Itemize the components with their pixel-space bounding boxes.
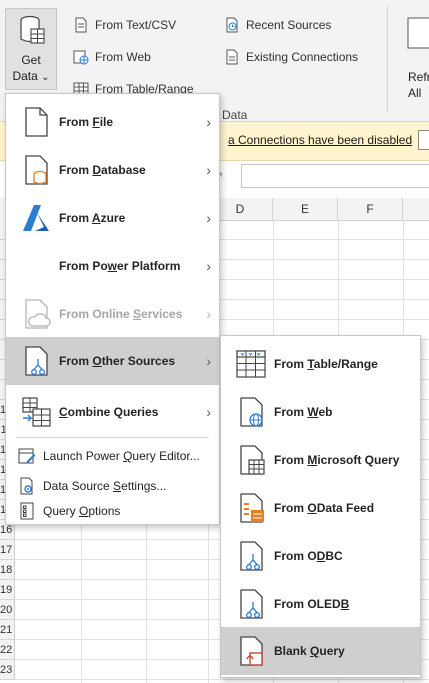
menu-item-from-azure[interactable]: From Azure › [6, 194, 219, 242]
menu-item-from-database[interactable]: From Database › [6, 146, 219, 194]
chevron-right-icon: › [206, 306, 211, 322]
menu-item-label: Query Options [43, 504, 121, 518]
database-table-icon [20, 15, 45, 44]
text-csv-icon [75, 17, 87, 33]
microsoft-query-icon [240, 445, 265, 475]
chevron-right-icon: › [206, 404, 211, 420]
ribbon-group-label: Data [222, 108, 248, 122]
submenu-item-blank-query[interactable]: Blank Query [221, 627, 420, 675]
web-icon [240, 397, 263, 427]
menu-item-label: From OLEDB [274, 597, 350, 611]
chevron-down-icon: ⌄ [41, 72, 50, 83]
refresh-icon [407, 17, 429, 49]
menu-separator [16, 437, 209, 438]
grid-line [15, 679, 429, 680]
chevron-right-icon: › [206, 353, 211, 369]
menu-item-combine-queries[interactable]: Combine Queries › [6, 389, 219, 435]
oledb-icon [240, 589, 263, 619]
ribbon-item-label: From Web [95, 50, 151, 64]
web-icon [73, 50, 89, 65]
submenu-item-from-odbc[interactable]: From ODBC [221, 532, 420, 580]
database-icon [25, 155, 48, 185]
azure-icon [23, 205, 49, 231]
refresh-all-button[interactable]: Refre All [402, 10, 429, 100]
ribbon-item-label: Existing Connections [246, 50, 359, 64]
submenu-item-from-odata-feed[interactable]: From OData Feed [221, 484, 420, 532]
menu-item-label: From ODBC [274, 549, 343, 563]
menu-item-label: From File [59, 115, 114, 129]
message-text-link[interactable]: a Connections have been disabled [228, 133, 412, 147]
ribbon-item-label: Recent Sources [246, 18, 332, 32]
menu-item-label: From Online Services [59, 307, 183, 321]
get-data-label-line2: Data ⌄ [12, 69, 50, 83]
ribbon-recent-sources[interactable]: Recent Sources [224, 15, 331, 35]
message-bar-button[interactable] [418, 130, 429, 150]
column-header-f[interactable]: F [338, 198, 403, 220]
menu-item-from-file[interactable]: From File › [6, 98, 219, 146]
menu-item-label: Combine Queries [59, 405, 159, 419]
chevron-right-icon: › [206, 258, 211, 274]
get-data-menu: From File › From Database › From Azure ›… [5, 93, 220, 525]
row-header[interactable]: 22 [0, 640, 15, 660]
menu-item-label: Data Source Settings... [43, 479, 167, 493]
ribbon-existing-connections[interactable]: Existing Connections [224, 47, 358, 67]
row-header[interactable]: 17 [0, 540, 15, 560]
odbc-icon [240, 541, 263, 571]
get-data-label-line1: Get [21, 53, 41, 67]
row-header[interactable]: 19 [0, 580, 15, 600]
menu-item-label: Blank Query [274, 644, 345, 658]
ribbon-from-web[interactable]: From Web [73, 47, 151, 67]
column-header-e[interactable]: E [273, 198, 338, 220]
menu-item-label: From Power Platform [59, 259, 181, 273]
menu-item-label: From Database [59, 163, 146, 177]
formula-input[interactable] [241, 164, 429, 188]
menu-item-label: From OData Feed [274, 501, 375, 515]
chevron-right-icon: › [206, 162, 211, 178]
other-sources-submenu: From Table/Range From Web From Microsoft… [220, 335, 421, 678]
menu-item-label: Launch Power Query Editor... [43, 449, 200, 463]
menu-item-label: From Azure [59, 211, 126, 225]
submenu-item-from-microsoft-query[interactable]: From Microsoft Query [221, 436, 420, 484]
menu-item-launch-query-editor[interactable]: Launch Power Query Editor... [6, 442, 219, 470]
menu-item-query-options[interactable]: Query Options [6, 498, 219, 524]
online-services-icon [25, 299, 51, 329]
odata-feed-icon [240, 493, 264, 523]
chevron-right-icon: › [206, 114, 211, 130]
data-source-settings-icon [20, 477, 33, 495]
submenu-item-from-oledb[interactable]: From OLEDB [221, 580, 420, 628]
menu-item-from-power-platform[interactable]: From Power Platform › [6, 242, 219, 290]
table-range-icon [236, 350, 266, 378]
menu-item-label: From Web [274, 405, 333, 419]
ribbon-item-label: From Text/CSV [95, 18, 177, 32]
menu-item-label: From Other Sources [59, 354, 176, 368]
chevron-right-icon: › [206, 210, 211, 226]
file-icon [25, 107, 48, 137]
row-header[interactable]: 23 [0, 660, 15, 680]
submenu-item-from-table-range[interactable]: From Table/Range [221, 340, 420, 388]
row-header[interactable]: 20 [0, 600, 15, 620]
query-editor-icon [18, 448, 36, 464]
recent-sources-icon [226, 17, 238, 33]
ribbon-from-text-csv[interactable]: From Text/CSV [73, 15, 176, 35]
menu-item-label: From Microsoft Query [274, 453, 400, 467]
combine-queries-icon [22, 397, 51, 427]
ribbon-separator [387, 6, 388, 112]
submenu-item-from-web[interactable]: From Web [221, 388, 420, 436]
row-header[interactable]: 18 [0, 560, 15, 580]
refresh-label-line1: Refre [408, 70, 429, 84]
menu-item-from-online-services: From Online Services › [6, 290, 219, 338]
menu-item-data-source-settings[interactable]: Data Source Settings... [6, 472, 219, 500]
row-header[interactable]: 21 [0, 620, 15, 640]
menu-item-from-other-sources[interactable]: From Other Sources › [6, 337, 219, 385]
menu-item-label: From Table/Range [274, 357, 378, 371]
refresh-label-line2: All [408, 86, 422, 100]
other-sources-icon [25, 346, 48, 376]
get-data-button[interactable]: Get Data ⌄ [5, 8, 57, 90]
query-options-icon [20, 502, 34, 520]
existing-connections-icon [226, 49, 238, 65]
blank-query-icon [240, 636, 263, 666]
